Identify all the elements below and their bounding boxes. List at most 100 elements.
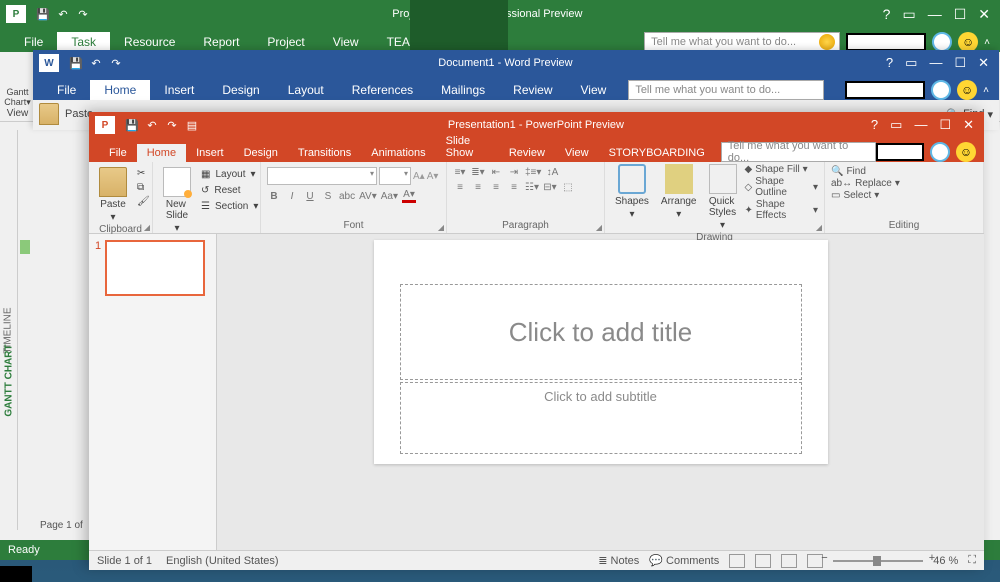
tell-me-search[interactable]: Tell me what you want to do... — [628, 80, 824, 100]
account-box[interactable] — [876, 143, 924, 161]
tab-file[interactable]: File — [99, 144, 137, 162]
tab-view[interactable]: View — [567, 80, 621, 100]
shapes-button[interactable]: Shapes▾ — [611, 164, 653, 220]
align-right-button[interactable]: ≡ — [489, 182, 503, 193]
tab-insert[interactable]: Insert — [186, 144, 234, 162]
format-painter-icon[interactable]: 🖌 — [135, 195, 152, 208]
shadow-button[interactable]: abc — [339, 191, 355, 202]
ribbon-options-icon[interactable]: ▭ — [890, 117, 902, 133]
smartart-button[interactable]: ⬚ — [561, 182, 575, 193]
paste-button[interactable]: Paste▾ — [95, 167, 131, 223]
close-icon[interactable]: ✕ — [963, 117, 974, 133]
slide-canvas[interactable]: Click to add title Click to add subtitle — [217, 234, 984, 550]
columns-button[interactable]: ☷▾ — [525, 182, 539, 193]
save-icon[interactable]: 💾 — [67, 57, 85, 70]
bold-button[interactable]: B — [267, 191, 281, 202]
dialog-launcher-icon[interactable]: ◢ — [596, 223, 602, 232]
gantt-chart-button[interactable]: GanttChart▾ — [4, 87, 31, 108]
tab-layout[interactable]: Layout — [274, 80, 338, 100]
sorter-view-icon[interactable] — [755, 554, 771, 568]
shape-fill-button[interactable]: ◆ Shape Fill ▾ — [745, 164, 819, 175]
close-icon[interactable]: ✕ — [978, 6, 990, 23]
arrange-button[interactable]: Arrange▾ — [657, 164, 701, 220]
numbering-button[interactable]: ≣▾ — [471, 167, 485, 178]
redo-icon[interactable]: ↷ — [74, 8, 92, 21]
tell-me-search[interactable]: Tell me what you want to do... — [644, 32, 840, 52]
undo-icon[interactable]: ↶ — [87, 57, 105, 70]
grow-font-icon[interactable]: A▴ — [413, 171, 425, 182]
italic-button[interactable]: I — [285, 191, 299, 202]
font-name-select[interactable] — [267, 167, 377, 185]
account-box[interactable] — [846, 33, 926, 51]
tab-view[interactable]: View — [555, 144, 599, 162]
tab-review[interactable]: Review — [499, 80, 566, 100]
undo-icon[interactable]: ↶ — [143, 119, 161, 132]
tab-mailings[interactable]: Mailings — [427, 80, 499, 100]
tab-review[interactable]: Review — [499, 144, 555, 162]
justify-button[interactable]: ≡ — [507, 182, 521, 193]
font-size-select[interactable] — [379, 167, 411, 185]
reading-view-icon[interactable] — [781, 554, 797, 568]
tab-animations[interactable]: Animations — [361, 144, 435, 162]
tab-home[interactable]: Home — [90, 80, 150, 100]
dialog-launcher-icon[interactable]: ◢ — [144, 223, 150, 232]
tab-resource[interactable]: Resource — [110, 32, 189, 52]
copy-icon[interactable]: ⧉ — [135, 181, 152, 194]
tab-view[interactable]: View — [319, 32, 373, 52]
redo-icon[interactable]: ↷ — [107, 57, 125, 70]
align-center-button[interactable]: ≡ — [471, 182, 485, 193]
tab-project[interactable]: Project — [253, 32, 318, 52]
slide-thumbnail[interactable]: 1 — [95, 240, 210, 296]
language-indicator[interactable]: English (United States) — [166, 555, 279, 567]
tab-references[interactable]: References — [338, 80, 427, 100]
font-color-button[interactable]: A▾ — [402, 189, 416, 203]
tab-report[interactable]: Report — [189, 32, 253, 52]
maximize-icon[interactable]: ☐ — [954, 55, 966, 71]
close-icon[interactable]: ✕ — [978, 55, 989, 71]
cut-icon[interactable]: ✂ — [135, 167, 152, 180]
spacing-button[interactable]: AV▾ — [359, 191, 377, 202]
account-box[interactable] — [845, 81, 925, 99]
ring-icon[interactable] — [931, 80, 951, 100]
line-spacing-button[interactable]: ‡≡▾ — [525, 167, 541, 178]
decrease-indent-button[interactable]: ⇤ — [489, 167, 503, 178]
dialog-launcher-icon[interactable]: ◢ — [816, 223, 822, 232]
tab-home[interactable]: Home — [137, 144, 186, 162]
align-left-button[interactable]: ≡ — [453, 182, 467, 193]
start-slideshow-icon[interactable]: ▤ — [183, 119, 201, 132]
ring-icon[interactable] — [932, 32, 952, 52]
help-icon[interactable]: ? — [871, 117, 878, 133]
minimize-icon[interactable]: — — [929, 55, 942, 71]
tab-insert[interactable]: Insert — [150, 80, 208, 100]
find-button[interactable]: 🔍 Find — [831, 166, 977, 177]
strikethrough-button[interactable]: S — [321, 191, 335, 202]
zoom-level[interactable]: 46 % — [933, 555, 958, 567]
comments-button[interactable]: 💬 Comments — [649, 554, 719, 567]
ribbon-options-icon[interactable]: ▭ — [902, 6, 915, 23]
minimize-icon[interactable]: — — [914, 117, 927, 133]
normal-view-icon[interactable] — [729, 554, 745, 568]
dialog-launcher-icon[interactable]: ◢ — [438, 223, 444, 232]
replace-button[interactable]: ab↔ Replace ▾ — [831, 178, 977, 189]
ribbon-options-icon[interactable]: ▭ — [905, 55, 917, 71]
help-icon[interactable]: ? — [886, 55, 893, 71]
tab-slideshow[interactable]: Slide Show — [436, 132, 499, 162]
align-text-button[interactable]: ⊟▾ — [543, 182, 557, 193]
maximize-icon[interactable]: ☐ — [939, 117, 951, 133]
reset-button[interactable]: ↺ Reset — [199, 183, 260, 198]
save-icon[interactable]: 💾 — [34, 8, 52, 21]
feedback-smiley-icon[interactable]: ☺ — [957, 80, 977, 100]
help-icon[interactable]: ? — [883, 6, 891, 23]
tab-file[interactable]: File — [10, 32, 57, 52]
underline-button[interactable]: U — [303, 191, 317, 202]
section-button[interactable]: ☰ Section ▾ — [199, 199, 260, 214]
tab-design[interactable]: Design — [208, 80, 273, 100]
redo-icon[interactable]: ↷ — [163, 119, 181, 132]
shape-outline-button[interactable]: ◇ Shape Outline ▾ — [745, 176, 819, 198]
text-direction-button[interactable]: ↕A — [545, 167, 559, 178]
tab-transitions[interactable]: Transitions — [288, 144, 361, 162]
feedback-smiley-icon[interactable]: ☺ — [958, 32, 978, 52]
tab-storyboarding[interactable]: STORYBOARDING — [599, 144, 715, 162]
bullets-button[interactable]: ≡▾ — [453, 167, 467, 178]
collapse-ribbon-icon[interactable]: ˄ — [984, 37, 990, 48]
